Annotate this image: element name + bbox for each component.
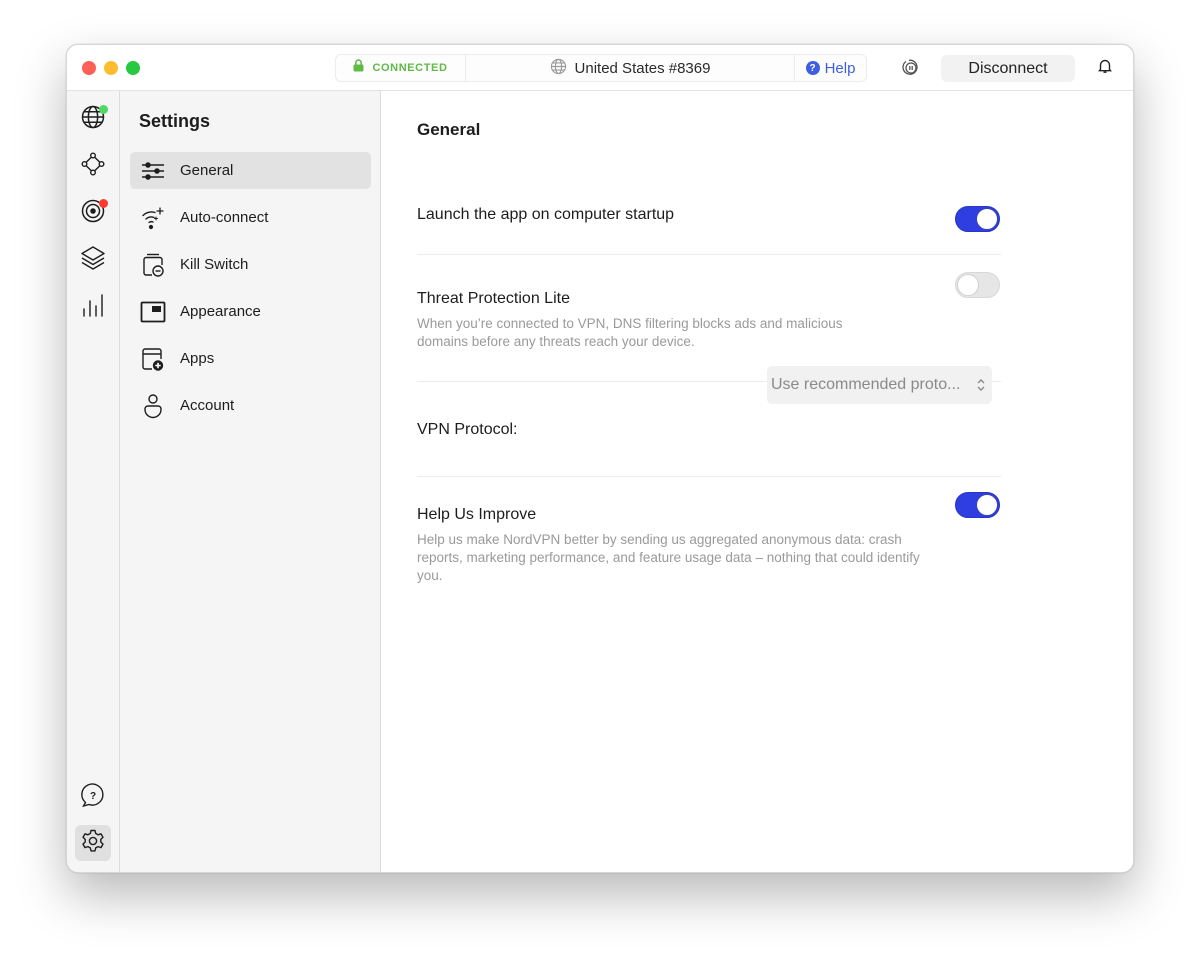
disconnect-button[interactable]: Disconnect <box>941 55 1075 82</box>
help-label: Help <box>824 59 856 77</box>
toggle-knob <box>957 274 979 296</box>
lock-icon <box>353 59 364 77</box>
sidebar-item-label: Kill Switch <box>180 256 249 273</box>
window-controls <box>82 61 140 75</box>
sidebar-item-general[interactable]: General <box>130 152 371 189</box>
minimize-window-button[interactable] <box>104 61 118 75</box>
rail-item-support[interactable]: ? <box>75 779 111 815</box>
toggle-knob <box>976 494 998 516</box>
app-window: CONNECTED United States #8369 ? Help Dis… <box>66 44 1134 873</box>
sidebar-item-label: Account <box>180 397 235 414</box>
divider <box>417 476 1001 477</box>
help-icon: ? <box>805 61 820 75</box>
notifications-button[interactable] <box>1095 58 1115 78</box>
help-improve-label: Help Us Improve <box>417 506 537 523</box>
account-icon <box>140 393 166 419</box>
sidebar-item-label: General <box>180 162 234 179</box>
sidebar-item-label: Auto-connect <box>180 209 269 226</box>
connection-status-label: CONNECTED <box>372 62 448 74</box>
rail-item-meshnet[interactable] <box>75 148 111 184</box>
stats-icon <box>80 292 106 323</box>
layers-icon <box>79 244 107 277</box>
maximize-window-button[interactable] <box>126 61 140 75</box>
toggle-knob <box>976 208 998 230</box>
threat-protection-label: Threat Protection Lite <box>417 290 570 307</box>
appearance-icon <box>140 299 166 325</box>
connection-status-bar: CONNECTED United States #8369 ? Help <box>335 54 867 82</box>
rail-item-specialty-servers[interactable] <box>75 242 111 278</box>
rail-item-countries[interactable] <box>75 101 111 137</box>
sidebar-item-appearance[interactable]: Appearance <box>130 293 371 330</box>
svg-text:?: ? <box>90 791 96 802</box>
wifi-sparkle-icon <box>140 205 166 231</box>
settings-title: Settings <box>139 111 211 131</box>
launch-startup-toggle[interactable] <box>955 206 1000 232</box>
globe-icon <box>550 58 567 79</box>
apps-add-icon <box>140 346 166 372</box>
settings-sidebar: Settings General Auto-connect Kill Switc… <box>120 91 381 872</box>
rail-item-statistics[interactable] <box>75 289 111 325</box>
alert-badge <box>99 199 108 208</box>
pause-connection-button[interactable] <box>899 58 921 80</box>
sidebar-item-account[interactable]: Account <box>130 387 371 424</box>
sidebar-item-kill-switch[interactable]: Kill Switch <box>130 246 371 283</box>
rail-item-threat-protection[interactable] <box>75 195 111 231</box>
help-improve-description: Help us make NordVPN better by sending u… <box>417 532 920 583</box>
sidebar-item-auto-connect[interactable]: Auto-connect <box>130 199 371 236</box>
kill-switch-icon <box>140 252 166 278</box>
close-window-button[interactable] <box>82 61 96 75</box>
section-title: General <box>417 120 481 139</box>
vpn-protocol-label: VPN Protocol: <box>417 421 518 438</box>
support-icon: ? <box>80 782 106 813</box>
sidebar-item-label: Apps <box>180 350 215 367</box>
sidebar-item-label: Appearance <box>180 303 261 320</box>
title-bar: CONNECTED United States #8369 ? Help Dis… <box>67 45 1133 91</box>
online-badge <box>99 105 108 114</box>
help-improve-toggle[interactable] <box>955 492 1000 518</box>
pause-shield-icon <box>900 57 920 82</box>
sliders-icon <box>140 158 166 184</box>
sidebar-item-apps[interactable]: Apps <box>130 340 371 377</box>
meshnet-icon <box>80 151 106 182</box>
help-button[interactable]: ? Help <box>794 55 866 81</box>
server-selector[interactable]: United States #8369 <box>466 55 794 81</box>
divider <box>417 254 1001 255</box>
rail-item-settings[interactable] <box>75 825 111 861</box>
chevron-updown-icon <box>976 377 986 398</box>
settings-content: General Launch the app on computer start… <box>382 91 1133 872</box>
server-name: United States #8369 <box>574 59 711 77</box>
threat-protection-toggle[interactable] <box>955 272 1000 298</box>
launch-startup-label: Launch the app on computer startup <box>417 206 675 223</box>
vpn-protocol-value: Use recommended proto... <box>771 376 961 393</box>
navigation-rail: ? <box>67 91 120 872</box>
settings-gear-icon <box>80 828 106 859</box>
connection-status: CONNECTED <box>336 55 466 81</box>
vpn-protocol-select[interactable]: Use recommended proto... <box>767 366 992 404</box>
bell-icon <box>1098 58 1112 79</box>
threat-protection-description: When you’re connected to VPN, DNS filter… <box>417 316 843 349</box>
